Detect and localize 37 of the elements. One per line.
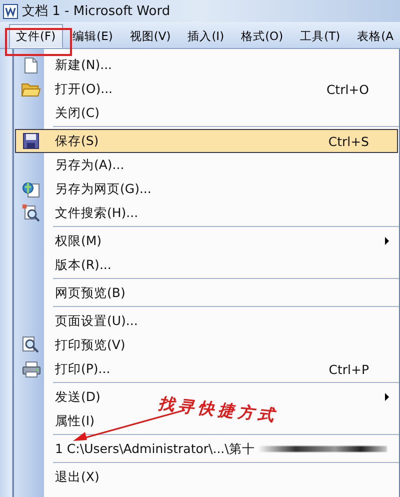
- menu-item[interactable]: 关闭(C): [55, 104, 100, 122]
- highlight-frame: [5, 28, 72, 56]
- menu-item[interactable]: 属性(I): [55, 412, 94, 430]
- word-app-icon: [3, 4, 18, 18]
- folder-icon: [21, 81, 41, 97]
- shortcut-text: Ctrl+S: [328, 134, 370, 148]
- menu-item[interactable]: 打印(P)...: [55, 360, 110, 378]
- menu-bar-item[interactable]: 表格(A: [350, 24, 400, 48]
- menu-item[interactable]: 打印预览(V): [55, 336, 126, 354]
- menu-bar-item[interactable]: 格式(O): [234, 24, 290, 48]
- annotation-text: 找寻快捷方式: [157, 394, 279, 428]
- printer-icon: [22, 360, 40, 378]
- menu-item[interactable]: 新建(N)...: [55, 56, 112, 74]
- menu-bar-item[interactable]: 视图(V): [122, 24, 178, 48]
- menu-item[interactable]: 另存为(A)...: [55, 156, 124, 174]
- menu-item[interactable]: 版本(R)...: [55, 256, 112, 274]
- window-title: 文档 1 - Microsoft Word: [22, 3, 170, 20]
- menu-bar-item[interactable]: 插入(I): [180, 24, 232, 48]
- document-search-icon: [22, 204, 40, 222]
- document-icon: [24, 56, 38, 74]
- shortcut-text: Ctrl+P: [328, 362, 370, 376]
- menu-bar-item[interactable]: 工具(T): [293, 24, 348, 48]
- menu-item[interactable]: 打开(O)...: [55, 80, 113, 98]
- menu-item[interactable]: 页面设置(U)...: [55, 312, 138, 330]
- recent-file-item[interactable]: 1 C:\Users\Administrator\...\第十: [55, 440, 255, 458]
- menu-item[interactable]: 网页预览(B): [55, 284, 126, 302]
- menu-item[interactable]: 另存为网页(G)...: [55, 180, 152, 198]
- menu-item[interactable]: 退出(X): [55, 468, 100, 486]
- shortcut-text: Ctrl+O: [326, 82, 370, 96]
- magnifier-page-icon: [22, 336, 40, 354]
- menu-item[interactable]: 保存(S): [55, 132, 99, 150]
- menu-bar-item[interactable]: 文件(F): [9, 24, 63, 48]
- globe-document-icon: [22, 180, 40, 198]
- menu-item[interactable]: 发送(D): [55, 388, 100, 406]
- menu-item[interactable]: 权限(M): [55, 232, 102, 250]
- menu-item[interactable]: 文件搜索(H)...: [55, 204, 138, 222]
- menu-bar-item[interactable]: 编辑(E): [66, 24, 120, 48]
